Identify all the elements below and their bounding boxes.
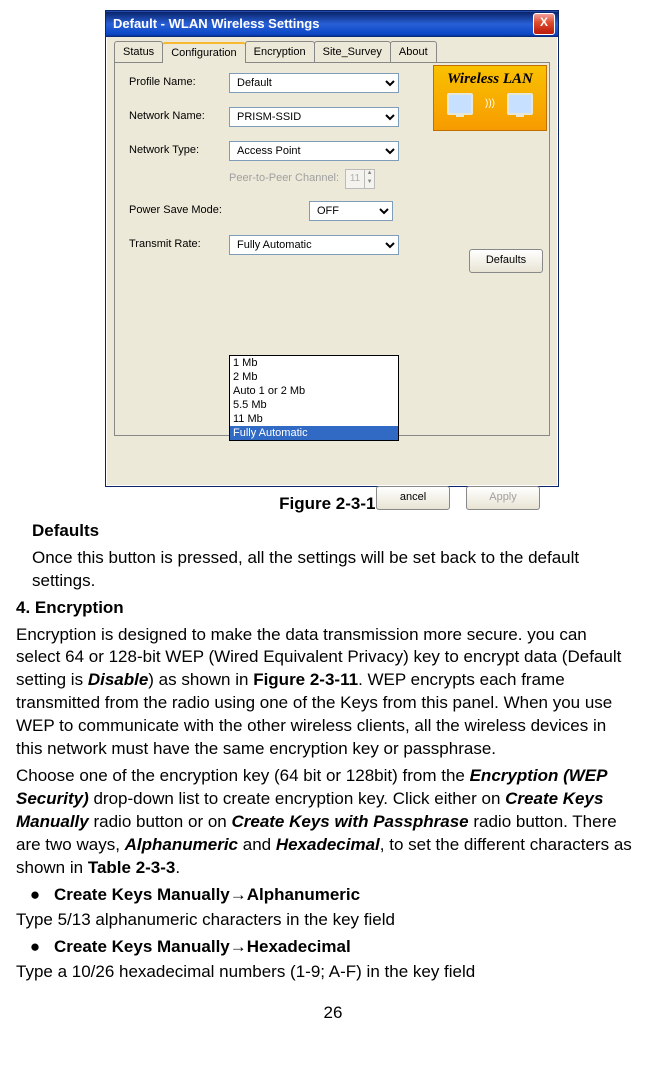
- ntype-label: Network Type:: [129, 143, 229, 158]
- defaults-button[interactable]: Defaults: [469, 249, 543, 273]
- bullet-2: Create Keys Manually→Hexadecimal: [54, 936, 351, 959]
- tab-about[interactable]: About: [390, 41, 437, 62]
- tab-status[interactable]: Status: [114, 41, 163, 62]
- psm-select[interactable]: OFF: [309, 201, 393, 221]
- bullet-1-text: Type 5/13 alphanumeric characters in the…: [16, 909, 634, 932]
- tab-strip: Status Configuration Encryption Site_Sur…: [114, 41, 550, 62]
- cancel-button[interactable]: ancel: [376, 486, 450, 510]
- apply-button[interactable]: Apply: [466, 486, 540, 510]
- monitor-icon: [447, 93, 473, 115]
- chevron-up-icon: ▲: [364, 170, 374, 179]
- list-item-selected[interactable]: Fully Automatic: [230, 426, 398, 440]
- document-body: Defaults Once this button is pressed, al…: [10, 520, 654, 1025]
- network-label: Network Name:: [129, 109, 229, 124]
- bullet-1: Create Keys Manually→Alphanumeric: [54, 884, 360, 907]
- ptp-label: Peer-to-Peer Channel:: [229, 171, 339, 186]
- encryption-paragraph-2: Choose one of the encryption key (64 bit…: [16, 765, 634, 880]
- profile-label: Profile Name:: [129, 75, 229, 90]
- network-select[interactable]: PRISM-SSID: [229, 107, 399, 127]
- tab-configuration[interactable]: Configuration: [162, 42, 245, 63]
- list-item[interactable]: 2 Mb: [230, 370, 398, 384]
- titlebar[interactable]: Default - WLAN Wireless Settings X: [106, 11, 558, 37]
- figure-caption: Figure 2-3-10: [10, 493, 654, 516]
- wlan-settings-dialog: Default - WLAN Wireless Settings X Statu…: [105, 10, 559, 487]
- profile-select[interactable]: Default: [229, 73, 399, 93]
- list-item[interactable]: 11 Mb: [230, 412, 398, 426]
- config-panel: Wireless LAN ))) Profile Name: Default N…: [114, 62, 550, 436]
- wireless-lan-logo: Wireless LAN ))): [433, 65, 547, 131]
- bullet-icon: ●: [16, 936, 54, 959]
- page-number: 26: [32, 1002, 634, 1025]
- psm-label: Power Save Mode:: [129, 203, 309, 218]
- trate-label: Transmit Rate:: [129, 237, 229, 252]
- close-icon[interactable]: X: [533, 13, 555, 35]
- signal-icon: ))): [485, 97, 495, 111]
- tab-encryption[interactable]: Encryption: [245, 41, 315, 62]
- ptp-channel-stepper: 11 ▲▼: [345, 169, 375, 189]
- list-item[interactable]: Auto 1 or 2 Mb: [230, 384, 398, 398]
- list-item[interactable]: 1 Mb: [230, 356, 398, 370]
- defaults-heading: Defaults: [32, 520, 634, 543]
- window-title: Default - WLAN Wireless Settings: [109, 15, 533, 33]
- chevron-down-icon: ▼: [364, 179, 374, 188]
- monitor-icon: [507, 93, 533, 115]
- bullet-2-text: Type a 10/26 hexadecimal numbers (1-9; A…: [16, 961, 634, 984]
- tab-site-survey[interactable]: Site_Survey: [314, 41, 391, 62]
- ntype-select[interactable]: Access Point: [229, 141, 399, 161]
- encryption-paragraph-1: Encryption is designed to make the data …: [16, 624, 634, 762]
- trate-dropdown-list[interactable]: 1 Mb 2 Mb Auto 1 or 2 Mb 5.5 Mb 11 Mb Fu…: [229, 355, 399, 441]
- trate-select[interactable]: Fully Automatic: [229, 235, 399, 255]
- bullet-icon: ●: [16, 884, 54, 907]
- defaults-paragraph: Once this button is pressed, all the set…: [32, 547, 634, 593]
- section-4-heading: 4. Encryption: [16, 597, 634, 620]
- list-item[interactable]: 5.5 Mb: [230, 398, 398, 412]
